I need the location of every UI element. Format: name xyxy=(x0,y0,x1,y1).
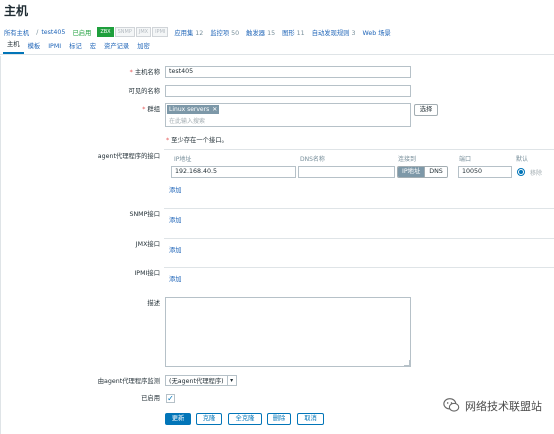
availability-badge-ipmi: IPMI xyxy=(152,27,169,37)
link-items[interactable]: 监控项 50 xyxy=(210,28,239,37)
remove-interface-link[interactable]: 移除 xyxy=(530,168,542,177)
cancel-button[interactable]: 取消 xyxy=(297,413,324,425)
clone-button[interactable]: 克隆 xyxy=(196,413,222,425)
add-snmp-interface-link[interactable]: 添加 xyxy=(169,215,182,224)
tab-host[interactable]: 主机 xyxy=(3,41,24,54)
chat-logo-icon xyxy=(443,398,460,412)
add-ipmi-interface-link[interactable]: 添加 xyxy=(169,274,182,283)
agent-divider xyxy=(164,149,554,150)
delete-button[interactable]: 删除 xyxy=(267,413,291,425)
agent-dns-input[interactable] xyxy=(298,166,395,178)
col-dns-header: DNS名称 xyxy=(300,156,325,163)
ipmi-divider xyxy=(164,267,554,268)
link-discovery[interactable]: 自动发现规则 3 xyxy=(312,28,356,37)
hostname-label: * 主机名称 xyxy=(129,69,160,76)
breadcrumb-host[interactable]: test405 xyxy=(41,29,65,36)
proxy-label: 由agent代理程序监测 xyxy=(97,378,160,385)
enabled-label: 已启用 xyxy=(141,395,160,402)
watermark-text: 网络技术联盟站 xyxy=(465,399,542,413)
description-label: 描述 xyxy=(147,300,160,307)
select-groups-button[interactable]: 选择 xyxy=(414,104,438,116)
availability-badge-zbx: ZBX xyxy=(97,27,114,37)
tab-bar: 主机 模板 IPMI 标记 宏 资产记录 加密 xyxy=(0,41,554,55)
tab-templates[interactable]: 模板 xyxy=(24,43,45,54)
add-jmx-interface-link[interactable]: 添加 xyxy=(169,245,182,254)
link-web[interactable]: Web 场景 xyxy=(362,28,390,37)
link-triggers[interactable]: 触发器 15 xyxy=(246,28,275,37)
agent-port-input[interactable]: 10050 xyxy=(458,166,512,178)
tab-inventory[interactable]: 资产记录 xyxy=(100,43,133,54)
col-port-header: 端口 xyxy=(459,156,472,163)
visible-name-label: 可见的名称 xyxy=(128,88,160,95)
jmx-divider xyxy=(164,238,554,239)
description-textarea[interactable] xyxy=(165,297,411,367)
tab-encryption[interactable]: 加密 xyxy=(133,43,154,54)
snmp-interface-label: SNMP接口 xyxy=(129,211,160,218)
tab-tags[interactable]: 标记 xyxy=(65,43,86,54)
availability-badge-jmx: JMX xyxy=(135,27,152,37)
group-tag: Linux servers ✕ xyxy=(167,105,220,114)
enabled-checkbox[interactable]: ✓ xyxy=(166,394,175,403)
jmx-interface-label: JMX接口 xyxy=(135,241,160,248)
proxy-select[interactable]: (无agent代理程序) ▾ xyxy=(165,375,237,386)
tab-macros[interactable]: 宏 xyxy=(86,43,100,54)
tab-ipmi[interactable]: IPMI xyxy=(44,43,65,54)
availability-badge-snmp: SNMP xyxy=(114,27,135,37)
agent-interface-label: agent代理程序的接口 xyxy=(97,153,160,160)
full-clone-button[interactable]: 全克隆 xyxy=(228,413,262,425)
remove-tag-icon[interactable]: ✕ xyxy=(212,105,217,114)
resize-handle-icon[interactable] xyxy=(404,360,410,366)
update-button[interactable]: 更新 xyxy=(165,413,191,425)
col-connect-header: 连接到 xyxy=(398,156,417,163)
col-default-header: 默认 xyxy=(516,156,529,163)
chevron-down-icon: ▾ xyxy=(226,376,236,385)
link-graphs[interactable]: 图形 11 xyxy=(282,28,305,37)
breadcrumb: 所有主机 / test405 已启用 ZBX SNMP JMX IPMI 应用集… xyxy=(4,27,398,37)
visible-name-input[interactable] xyxy=(165,85,411,97)
groups-label: * 群组 xyxy=(142,106,160,113)
connect-dns-option[interactable]: DNS xyxy=(424,167,447,177)
connect-to-toggle: IP地址 DNS xyxy=(397,166,448,178)
interface-required-note: * 至少存在一个接口。 xyxy=(166,137,228,144)
default-interface-radio[interactable] xyxy=(517,168,525,176)
breadcrumb-all-hosts[interactable]: 所有主机 xyxy=(4,28,29,37)
page-title: 主机 xyxy=(4,4,29,18)
link-applications[interactable]: 应用集 12 xyxy=(174,28,203,37)
snmp-divider xyxy=(164,208,554,209)
connect-ip-option[interactable]: IP地址 xyxy=(398,167,425,177)
watermark: 网络技术联盟站 xyxy=(443,397,542,414)
breadcrumb-separator: / xyxy=(36,28,39,36)
agent-ip-input[interactable]: 192.168.40.5 xyxy=(171,166,296,178)
add-agent-interface-link[interactable]: 添加 xyxy=(169,185,182,194)
hostname-input[interactable]: test405 xyxy=(165,66,411,78)
status-enabled[interactable]: 已启用 xyxy=(72,28,91,37)
ipmi-interface-label: IPMI接口 xyxy=(134,270,160,277)
col-ip-header: IP地址 xyxy=(174,156,192,163)
groups-search-input[interactable]: 在此输入搜索 xyxy=(169,116,205,125)
